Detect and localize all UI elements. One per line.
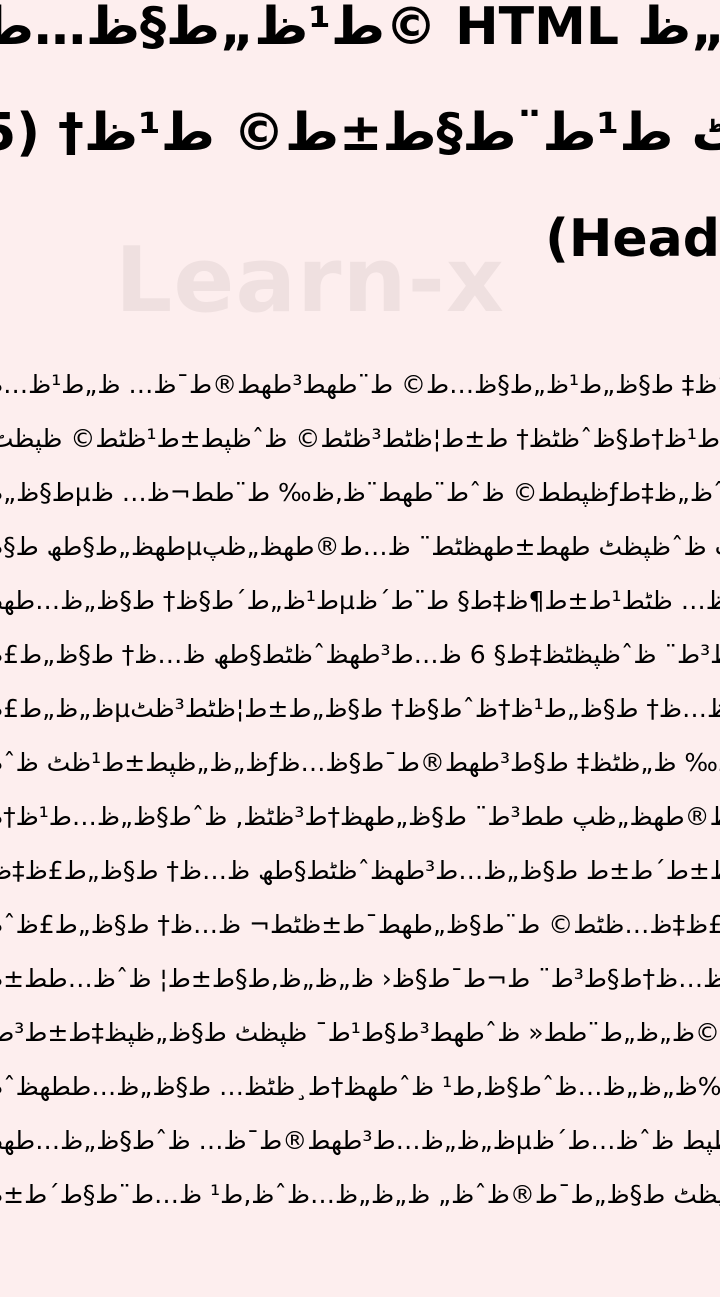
article-heading: ط¹ظ„ط§ظ…ط© HTML ظ„ظ„ ط¹ظ†ط§ظˆظٹظ† ظˆظ‡ظٹ… xyxy=(0,0,720,292)
body-line: ظ„ظ„ظ‚ط§ط±ط¦ ظپظٹ ط§ظ„ط¯ط®ظˆظ„ ظ„ظ„ظ…ظˆظ… xyxy=(0,1180,720,1209)
body-line: ط¹ظ†ط§ظˆظٹظ† ط±ط¦ظٹط³ظٹط© ظˆظپط±ط¹ظٹط© ظ… xyxy=(0,424,720,453)
heading-line-3: (Head xyxy=(545,209,720,269)
body-line: ظ…ظ†ط§ط³ط¨ ط¬ط¯ط§ظ‹ ظ„ظ„ظ‚ط§ط±ط¦ ظˆظ…ط­ط… xyxy=(0,964,720,993)
body-line: ط§ظ„طµظپط­ط© ظˆط¨طھط¨ظ‚ظ‰ ط¨ط­ط¬ظ… ظƒط¨ظ… xyxy=(0,478,720,507)
page: Learn-x ط¹ظ„ط§ظ…ط© HTML ظ„ظ„ ط¹ظ†ط§ظˆظٹظ… xyxy=(0,0,720,1297)
body-line: ظ„ظ„ط¨ط­ط« ظˆطھط³ط§ط¹ط¯ ظپظٹ ط§ظ„ظپظ‡ط±ط… xyxy=(0,1018,720,1047)
body-line: ط¹ظ„ط´ط§ظ† ط§ظ„ظ…طھطµظپط­ ظٹظپظ‡ظ… ظٹط¹ط… xyxy=(0,586,720,615)
body-line: ظ„ظ„ظپط±ط¹ظٹ ظˆظƒظ„ ظ…ط³طھظˆظ‰ ظ„ظٹظ‡ ط§… xyxy=(0,748,720,777)
body-line: ظ„ظ„ط£ظ‚ظ„ ط£ظ‡ظ…ظٹط© ط¨ط§ظ„طھط¯ط±ظٹط¬ ظ… xyxy=(0,910,720,939)
heading-line-2: ط¹ظ†ط§ظˆظٹظ† ظˆظ‡ظٹ ط¹ط¨ط§ط±ط© ط¹ظ† (5 xyxy=(0,103,720,163)
body-line: ظ„ظ„ط£طµط؛ط± ظٹط¹ظ†ظٹ ظ…ظ† ط§ظ„ط¹ظ†ظˆط§ظ… xyxy=(0,694,720,723)
body-line: ظ„ظ„ظ…ط³طھط®ط¯ظ… ظˆط§ظ„ظ…طھطµظپط­ ظˆظ…ط´… xyxy=(0,1126,720,1155)
heading-line-1: ط¹ظ„ط§ظ…ط© HTML ظ„ظ„ xyxy=(0,0,720,57)
body-line: ظ‡ط°ظ‡ ط§ظ„ط¹ظ„ط§ظ…ط© ط¨طھط³طھط®ط¯ظ… ظ„ط… xyxy=(0,370,720,399)
body-line: -ط±ط´ط±ط­ ط§ظ„ظ…ط³طھظˆظٹط§طھ ظ…ظ† ط§ظ„ط£… xyxy=(0,856,720,885)
article-body: ظ‡ط°ظ‡ ط§ظ„ط¹ظ„ط§ظ…ط© ط¨طھط³طھط®ط¯ظ… ظ„ط… xyxy=(0,358,720,1222)
body-line: ظ…ظ†ط§ط³ط¨ ظˆظپظٹظ‡ط§ 6 ظ…ط³طھظˆظٹط§طھ ظ… xyxy=(0,640,720,669)
body-line: ظ„ظ„ظ…ظˆط§ظ‚ط¹ ظˆطھظ†ط¸ظٹظ… ط§ظ„ظ…ط­طھظˆ… xyxy=(0,1072,720,1101)
body-line: ظ…ط®طھظ„ظپ ط­ط³ط¨ ط§ظ„طھظ†ط³ظٹظ‚ ظˆط§ظ„ظ… xyxy=(0,802,720,831)
body-line: طھظ„ط§طھ ط§طµظ†ط§ظپ ظˆظپظٹ طھط±طھظٹط¨ ظ…… xyxy=(0,532,720,561)
